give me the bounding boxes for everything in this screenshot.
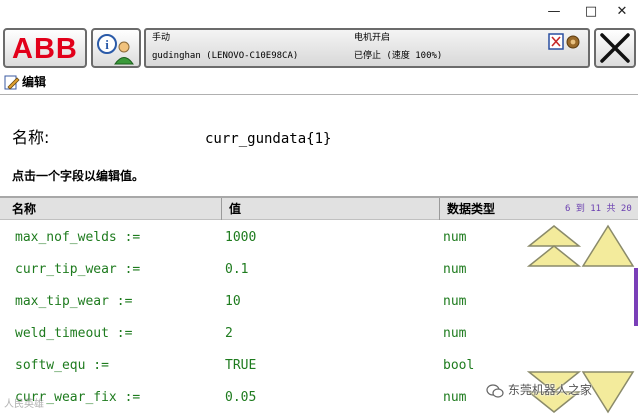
column-divider (221, 198, 222, 220)
field-value[interactable]: 1000 (225, 230, 256, 246)
field-value[interactable]: 0.05 (225, 390, 256, 406)
app-tab-bar: 编辑 (0, 72, 638, 95)
flexpendant-header: ABB i 手动 gudinghan (LENOVO-C10E98CA) 电机开… (0, 26, 638, 72)
field-name: weld_timeout := (15, 326, 133, 341)
motor-state: 电机开启 (354, 33, 391, 43)
window-titlebar: — □ ✕ (0, 0, 638, 26)
controller-name: gudinghan (LENOVO-C10E98CA) (152, 51, 299, 61)
field-name: max_tip_wear := (15, 294, 133, 309)
close-icon (600, 33, 630, 63)
maximize-button[interactable]: □ (581, 3, 601, 21)
field-name: curr_tip_wear := (15, 262, 141, 277)
field-name: softw_equ := (15, 358, 109, 373)
app-tab-edit[interactable]: 编辑 (22, 74, 46, 90)
watermark-left: 人民英雄 (4, 399, 44, 410)
field-type: num (443, 230, 467, 245)
field-value[interactable]: 10 (225, 294, 241, 310)
operator-info-icon: i (97, 34, 134, 65)
name-label: 名称: (12, 128, 50, 147)
task-status-icon (548, 33, 580, 50)
field-type: num (443, 390, 467, 405)
field-type: num (443, 326, 467, 341)
table-header: 名称 值 数据类型 6 到 11 共 20 (0, 196, 638, 220)
svg-text:i: i (105, 37, 109, 52)
watermark: 东莞机器人之家 (486, 382, 592, 398)
abb-logo: ABB (12, 33, 78, 65)
field-value[interactable]: TRUE (225, 358, 256, 374)
column-header-value[interactable]: 值 (229, 200, 241, 218)
double-chevron-up-icon (527, 225, 581, 247)
wechat-icon (486, 383, 504, 398)
column-divider (439, 198, 440, 220)
watermark-text: 东莞机器人之家 (507, 383, 592, 397)
close-button[interactable] (594, 28, 636, 68)
operating-mode: 手动 (152, 33, 171, 43)
name-value: curr_gundata{1} (205, 131, 332, 147)
close-window-button[interactable]: ✕ (612, 3, 632, 21)
column-header-type[interactable]: 数据类型 (447, 200, 495, 218)
field-type: num (443, 294, 467, 309)
table-row[interactable]: max_tip_wear := 10 num (0, 286, 638, 318)
field-name: max_nof_welds := (15, 230, 141, 245)
double-chevron-up-icon-lower (527, 245, 581, 267)
instruction-text: 点击一个字段以编辑值。 (12, 169, 145, 183)
field-type: bool (443, 358, 475, 373)
scroll-position-indicator (634, 268, 638, 326)
table-row[interactable]: weld_timeout := 2 num (0, 318, 638, 350)
chevron-up-icon (581, 224, 635, 267)
abb-menu-button[interactable]: ABB (3, 28, 87, 68)
scroll-up-button[interactable] (581, 224, 635, 268)
field-type: num (443, 262, 467, 277)
column-header-name[interactable]: 名称 (12, 200, 36, 218)
field-value[interactable]: 2 (225, 326, 233, 342)
program-state: 已停止 (速度 100%) (354, 51, 443, 61)
minimize-button[interactable]: — (544, 3, 564, 21)
page-up-button[interactable] (527, 224, 581, 268)
edit-app-icon (4, 75, 20, 90)
operator-window-button[interactable]: i (91, 28, 141, 68)
status-bar[interactable]: 手动 gudinghan (LENOVO-C10E98CA) 电机开启 已停止 … (144, 28, 590, 68)
field-value[interactable]: 0.1 (225, 262, 248, 278)
page-indicator: 6 到 11 共 20 (565, 204, 632, 214)
